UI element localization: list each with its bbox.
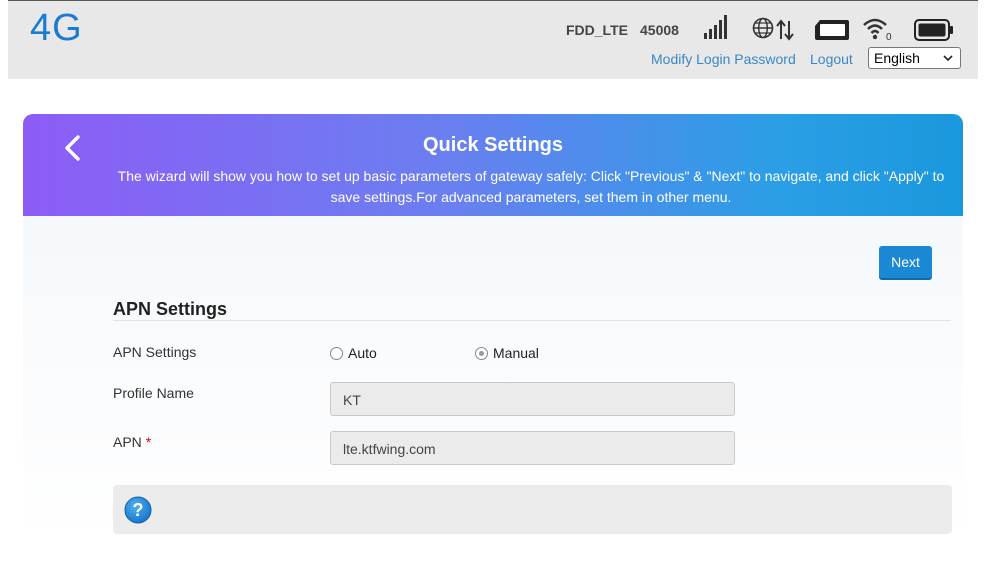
logo: 4G bbox=[30, 7, 83, 49]
chevron-down-icon bbox=[943, 55, 953, 62]
globe-icon bbox=[752, 17, 774, 39]
sim-card-icon bbox=[815, 20, 849, 40]
apn-field[interactable]: lte.ktfwing.com bbox=[330, 431, 735, 465]
wizard-description: The wizard will show you how to set up b… bbox=[117, 168, 945, 205]
section-divider bbox=[113, 320, 951, 321]
header-bar: 4G FDD_LTE 45008 0 Modify Login Password bbox=[8, 0, 978, 79]
radio-manual[interactable]: Manual bbox=[475, 345, 539, 361]
next-button[interactable]: Next bbox=[879, 246, 932, 280]
apn-label-text: APN bbox=[113, 434, 142, 450]
language-selected-value: English bbox=[874, 50, 920, 66]
data-arrows-icon bbox=[776, 19, 794, 41]
plmn-code: 45008 bbox=[640, 22, 679, 38]
signal-icon bbox=[704, 15, 730, 39]
profile-name-field[interactable]: KT bbox=[330, 382, 735, 416]
quick-settings-card: Quick Settings The wizard will show you … bbox=[23, 114, 963, 544]
radio-auto[interactable]: Auto bbox=[330, 345, 377, 361]
apn-mode-label: APN Settings bbox=[113, 344, 197, 360]
profile-name-label: Profile Name bbox=[113, 385, 194, 401]
wifi-icon: 0 bbox=[863, 18, 892, 41]
modify-password-link[interactable]: Modify Login Password bbox=[651, 51, 796, 67]
svg-text:0: 0 bbox=[886, 32, 892, 41]
network-type: FDD_LTE bbox=[566, 22, 628, 38]
language-select[interactable]: English bbox=[868, 47, 961, 69]
radio-manual-circle[interactable] bbox=[475, 347, 488, 360]
wizard-banner: Quick Settings The wizard will show you … bbox=[23, 114, 963, 216]
section-title: APN Settings bbox=[113, 299, 228, 319]
apn-label: APN * bbox=[113, 434, 151, 450]
radio-manual-label: Manual bbox=[493, 345, 539, 361]
radio-auto-circle[interactable] bbox=[330, 347, 343, 360]
battery-icon bbox=[914, 19, 953, 41]
help-icon[interactable]: ? bbox=[124, 496, 152, 524]
radio-auto-label: Auto bbox=[348, 345, 377, 361]
wizard-title: Quick Settings bbox=[422, 134, 564, 156]
required-mark: * bbox=[145, 434, 152, 450]
svg-text:?: ? bbox=[133, 500, 144, 520]
help-panel: ? bbox=[113, 485, 952, 534]
logout-link[interactable]: Logout bbox=[810, 51, 853, 67]
